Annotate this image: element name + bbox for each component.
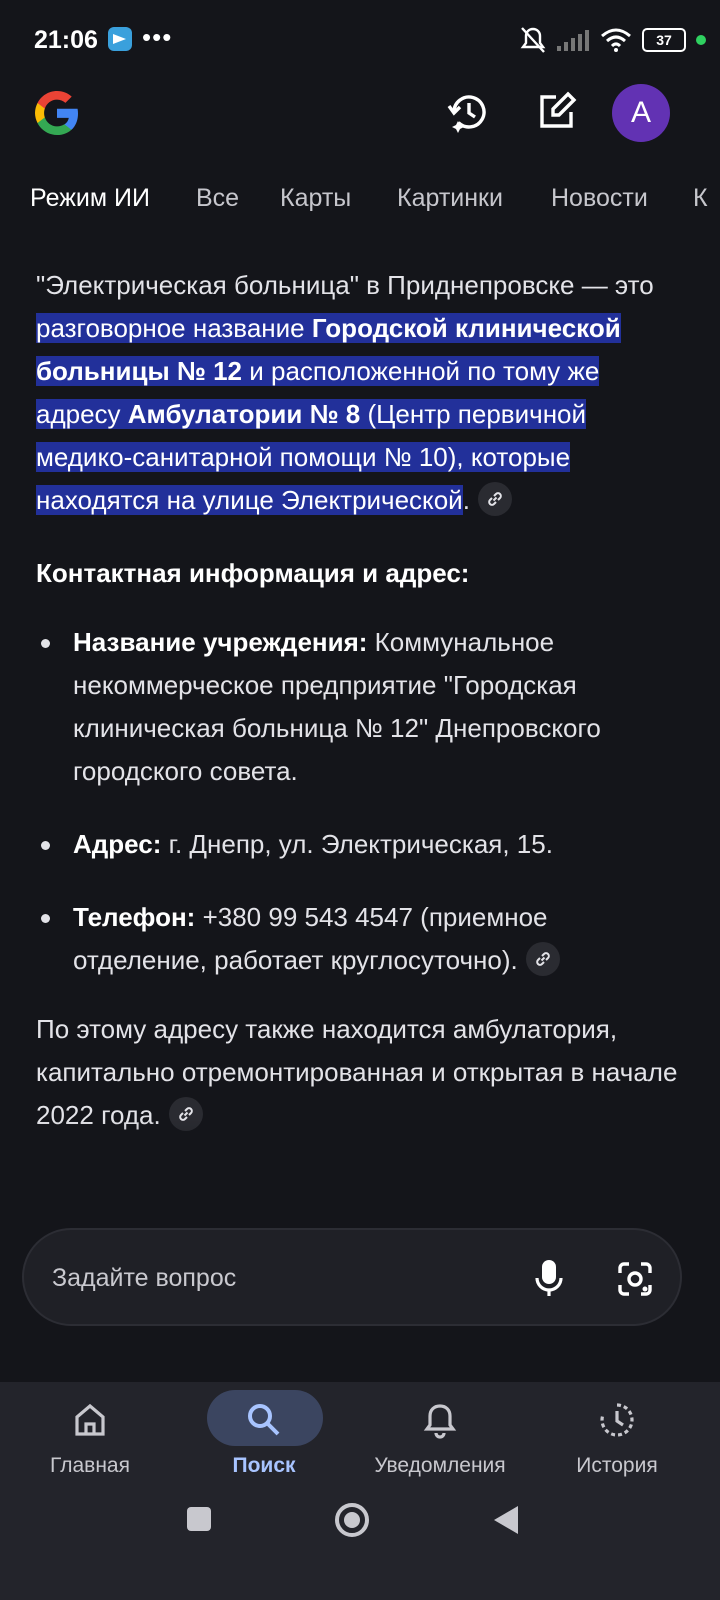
search-tabs: Режим ИИ Все Карты Картинки Новости К <box>0 184 720 228</box>
google-lens-icon[interactable] <box>616 1260 654 1298</box>
list-item: Название учреждения: Коммунальное некомм… <box>36 621 686 793</box>
list-item-label: Телефон: <box>73 902 196 932</box>
nav-label-home: Главная <box>50 1454 130 1477</box>
back-button[interactable] <box>492 1504 520 1536</box>
google-logo-icon[interactable] <box>30 86 84 140</box>
status-time: 21:06 <box>34 26 98 54</box>
list-item: Адрес: г. Днепр, ул. Электрическая, 15. <box>36 823 686 866</box>
footer-paragraph: По этому адресу также находится амбулато… <box>36 1008 686 1137</box>
more-notifications-icon: ••• <box>142 22 173 52</box>
intro-text: . <box>462 485 470 515</box>
history-icon <box>600 1403 634 1437</box>
ask-input[interactable]: Задайте вопрос <box>52 1264 236 1293</box>
tab-news[interactable]: Новости <box>551 184 648 213</box>
list-item: Телефон: +380 99 543 4547 (приемное отде… <box>36 896 686 982</box>
microphone-icon[interactable] <box>534 1258 564 1298</box>
account-avatar[interactable]: A <box>612 84 670 142</box>
search-icon <box>248 1404 280 1436</box>
tab-more[interactable]: К <box>693 184 708 213</box>
intro-paragraph: "Электрическая больница" в Приднепровске… <box>36 264 686 522</box>
ai-answer: "Электрическая больница" в Приднепровске… <box>36 264 686 1137</box>
ambulatory-name: Амбулатории № 8 <box>127 399 361 429</box>
bottom-navigation: Главная Поиск Уведомления История <box>0 1382 720 1600</box>
tab-images[interactable]: Картинки <box>397 184 503 213</box>
battery-icon: 37 <box>642 28 686 52</box>
home-icon <box>75 1403 105 1436</box>
wifi-icon <box>601 28 631 52</box>
contact-heading: Контактная информация и адрес: <box>36 558 470 588</box>
list-item-label: Название учреждения: <box>73 627 368 657</box>
tab-maps[interactable]: Карты <box>280 184 351 213</box>
scroll-fade <box>0 1120 720 1200</box>
bell-icon <box>423 1404 457 1439</box>
intro-text: "Электрическая больница" в Приднепровске… <box>36 270 654 300</box>
contact-list: Название учреждения: Коммунальное некомм… <box>36 621 686 982</box>
telegram-icon <box>108 27 132 51</box>
intro-text: разговорное название <box>36 313 312 343</box>
highlighted-text[interactable]: разговорное название Городской клиническ… <box>36 313 621 515</box>
nav-label-notifications: Уведомления <box>374 1454 506 1477</box>
ai-history-icon[interactable] <box>446 90 490 134</box>
status-bar: 21:06 ••• 37 <box>0 0 720 80</box>
tab-all[interactable]: Все <box>196 184 239 213</box>
mute-icon <box>520 27 546 53</box>
source-link-icon[interactable] <box>477 482 512 517</box>
nav-label-search: Поиск <box>232 1454 296 1477</box>
list-item-text: г. Днепр, ул. Электрическая, 15. <box>161 829 553 859</box>
nav-label-history: История <box>576 1454 658 1477</box>
tab-ai-mode[interactable]: Режим ИИ <box>30 184 150 213</box>
home-button[interactable] <box>334 1502 370 1538</box>
ask-input-bar[interactable]: Задайте вопрос <box>22 1228 682 1326</box>
privacy-indicator-icon <box>696 35 706 45</box>
source-link-icon[interactable] <box>525 942 560 977</box>
recent-apps-button[interactable] <box>186 1506 212 1532</box>
new-chat-icon[interactable] <box>534 90 578 134</box>
list-item-label: Адрес: <box>73 829 162 859</box>
footer-text: По этому адресу также находится амбулато… <box>36 1014 678 1130</box>
signal-icon <box>557 30 589 51</box>
